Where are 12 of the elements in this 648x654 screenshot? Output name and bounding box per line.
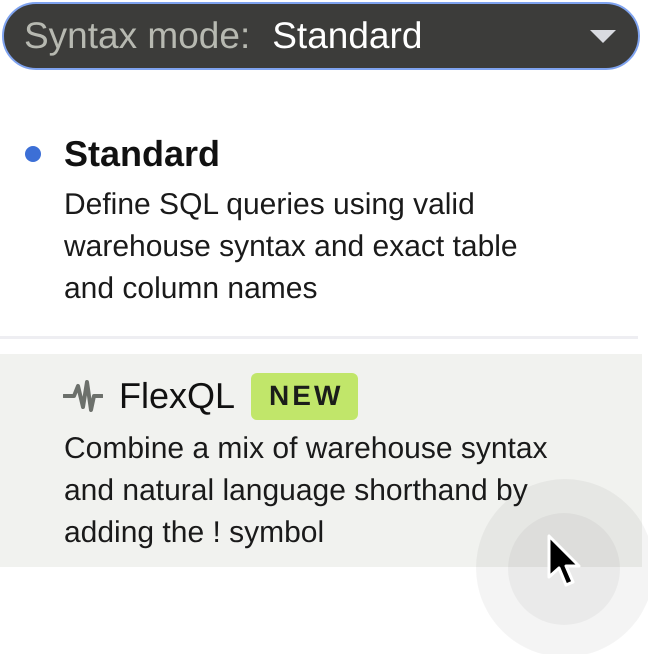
dropdown-label: Syntax mode: xyxy=(24,15,250,57)
mode-option[interactable]: Standard Define SQL queries using valid warehouse syntax and exact table and column names xyxy=(0,110,648,336)
option-description: Combine a mix of warehouse syntax and natural language shorthand by adding the ! symbol xyxy=(64,431,549,551)
waveform-icon xyxy=(63,379,103,413)
dropdown-value: Standard xyxy=(272,15,424,57)
syntax-mode-dropdown[interactable]: Syntax mode: Standard xyxy=(2,2,640,70)
option-description: Define SQL queries using valid warehouse syntax and exact table and column names xyxy=(64,187,519,307)
caret-icon xyxy=(590,30,616,42)
new-badge: NEW xyxy=(251,372,358,420)
option-title: Standard xyxy=(64,133,220,175)
mode-option[interactable]: FlexQL NEW Combine a mix of warehouse syntax and natural language shorthand by adding the ! symbol xyxy=(0,354,642,567)
option-title: FlexQL xyxy=(119,375,236,417)
